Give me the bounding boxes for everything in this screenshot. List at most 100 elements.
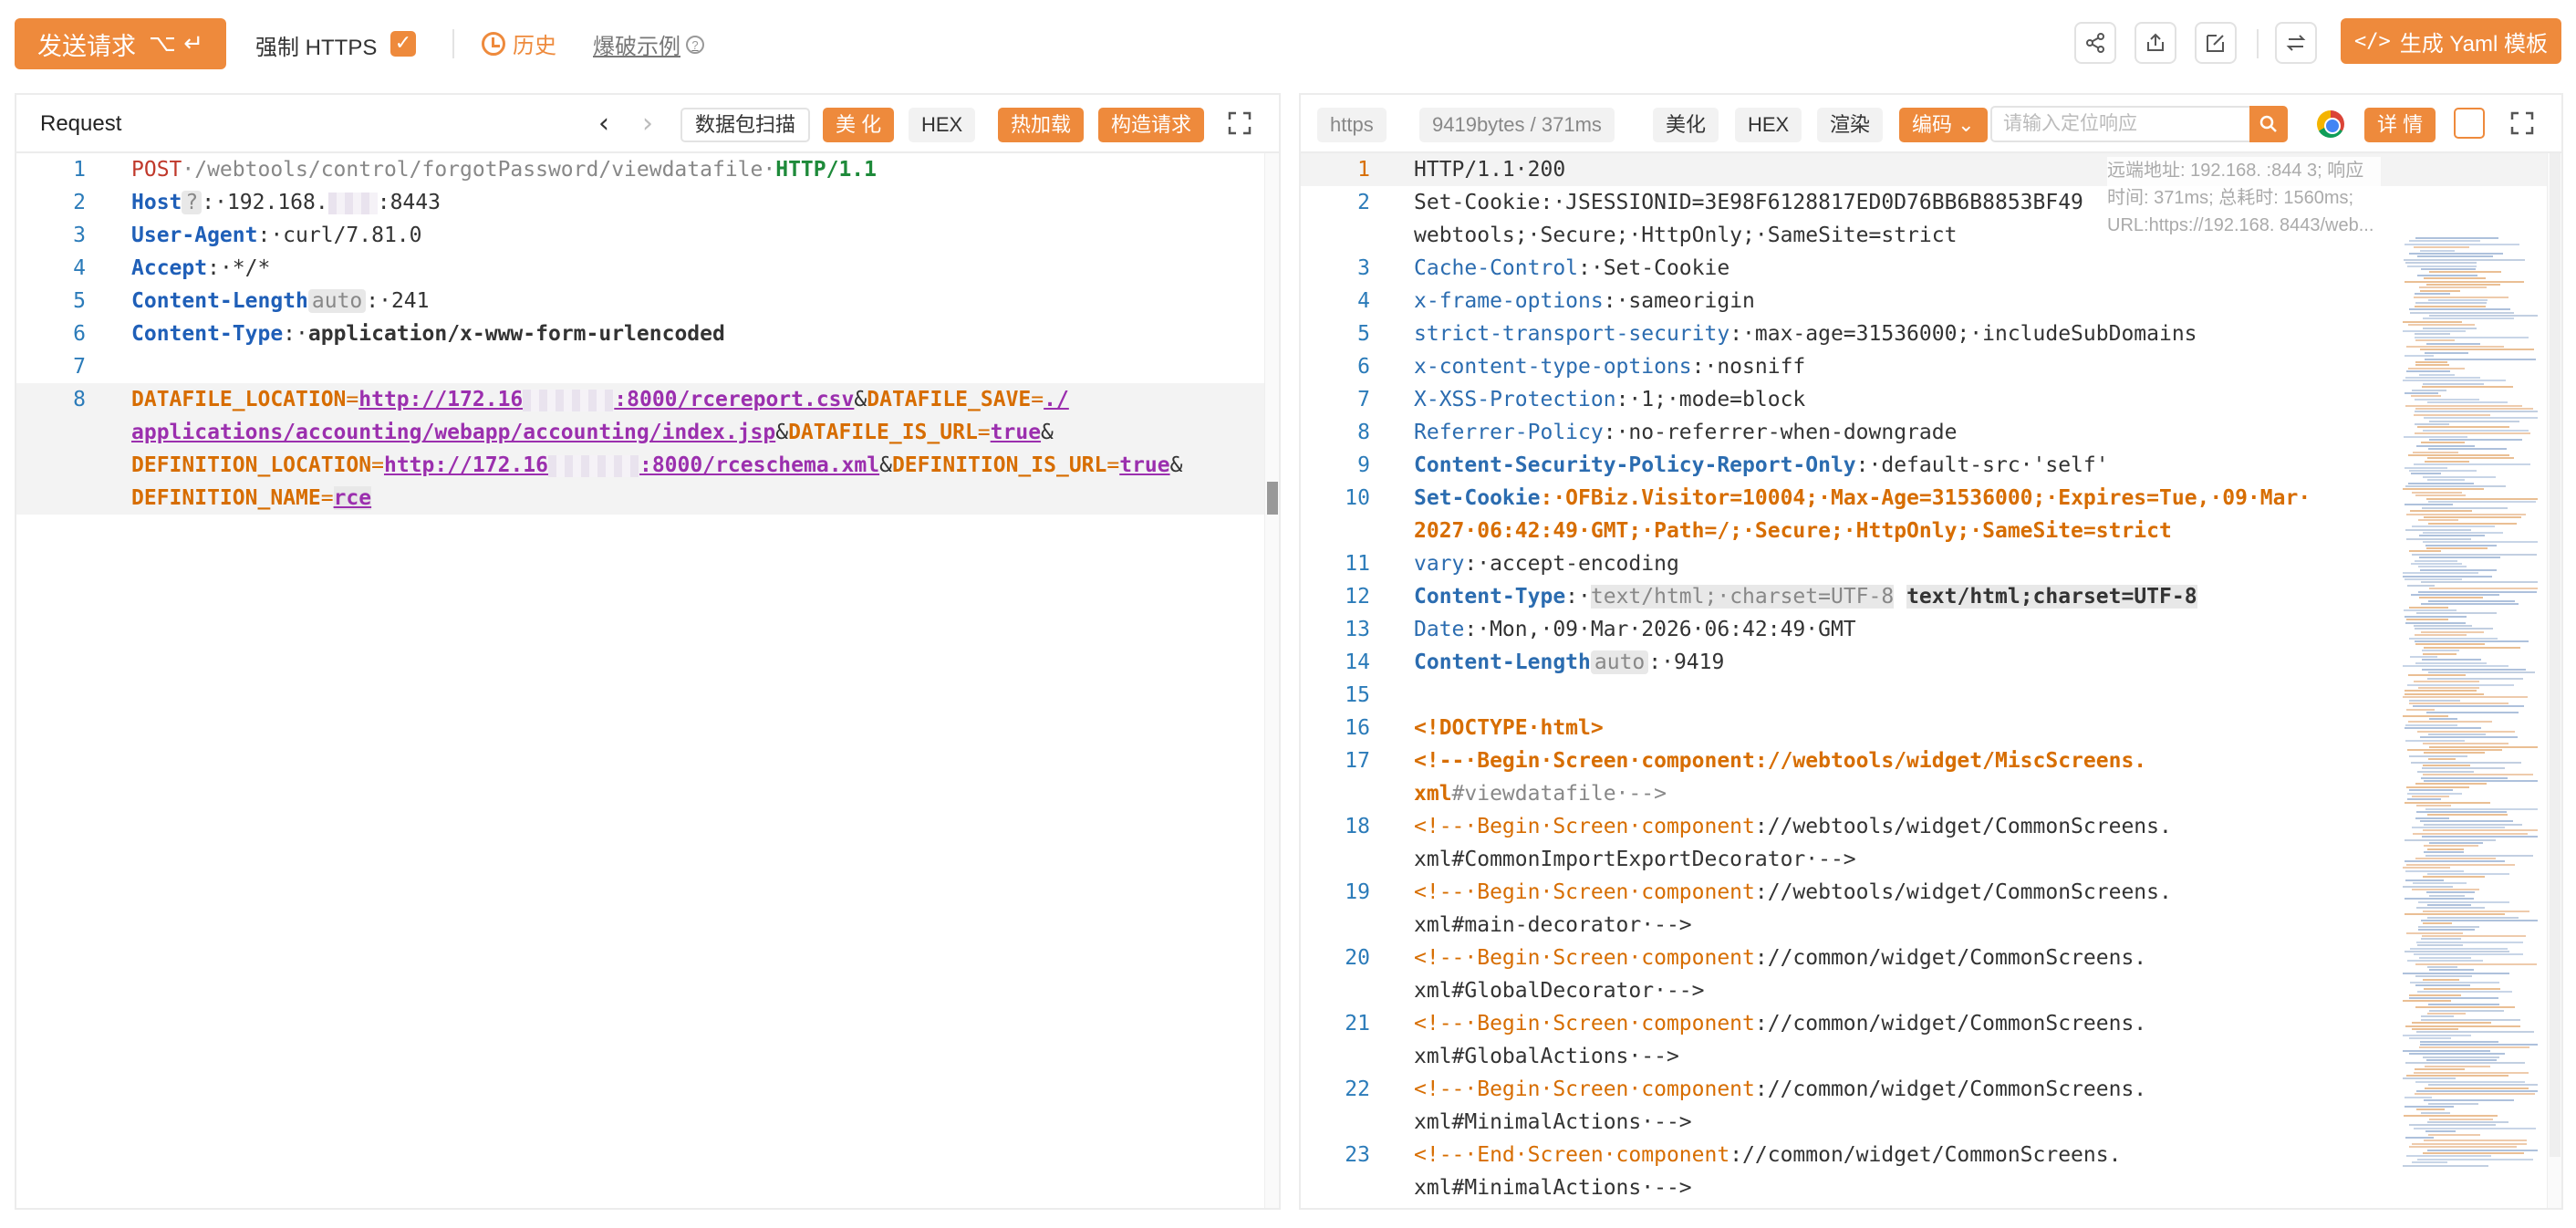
share-button[interactable] bbox=[2074, 22, 2116, 64]
minimap-line bbox=[2427, 677, 2523, 680]
minimap-line bbox=[2423, 1056, 2499, 1058]
minimap-line bbox=[2405, 1062, 2525, 1065]
minimap-line bbox=[2411, 473, 2441, 475]
minimap-line bbox=[2407, 265, 2477, 267]
response-scrollbar[interactable] bbox=[2547, 153, 2561, 1208]
request-scrollbar[interactable] bbox=[1264, 153, 1279, 1208]
code-line: 17 <!--·Begin·Screen·component://webtools… bbox=[1345, 749, 2147, 773]
minimap-line bbox=[2427, 479, 2465, 482]
minimap-line bbox=[2409, 308, 2510, 311]
minimap-line bbox=[2422, 668, 2526, 671]
minimap-line bbox=[2426, 284, 2500, 286]
chrome-icon[interactable] bbox=[2317, 110, 2344, 138]
minimap-line bbox=[2418, 519, 2458, 522]
minimap-line bbox=[2420, 1044, 2538, 1046]
prev-arrow-icon[interactable]: ‹ bbox=[598, 108, 609, 140]
packet-scan-button[interactable]: 数据包扫描 bbox=[680, 108, 811, 142]
response-beautify-button[interactable]: 美化 bbox=[1653, 108, 1719, 142]
send-shortcut: ⌥ ↵ bbox=[148, 30, 203, 57]
minimap-line bbox=[2409, 997, 2498, 999]
hot-load-button[interactable]: 热加载 bbox=[998, 108, 1085, 142]
minimap-line bbox=[2405, 860, 2505, 863]
minimap-line bbox=[2428, 522, 2517, 525]
code-minimap[interactable] bbox=[2403, 237, 2538, 1186]
request-panel: Request ‹ › 数据包扫描 美 化 HEX 热加载 构造请求 1 POS… bbox=[15, 93, 1281, 1210]
response-hex-button[interactable]: HEX bbox=[1735, 108, 1802, 142]
edit-button[interactable] bbox=[2195, 22, 2237, 64]
minimap-line bbox=[2423, 922, 2452, 925]
details-button[interactable]: 详 情 bbox=[2364, 108, 2436, 142]
minimap-line bbox=[2405, 838, 2496, 841]
minimap-line bbox=[2415, 643, 2485, 646]
comment-icon[interactable] bbox=[2454, 108, 2485, 139]
minimap-line bbox=[2423, 317, 2514, 320]
swap-button[interactable] bbox=[2275, 22, 2317, 64]
response-scroll-thumb[interactable] bbox=[2550, 153, 2560, 1157]
minimap-line bbox=[2420, 249, 2455, 252]
minimap-line bbox=[2423, 743, 2508, 745]
minimap-line bbox=[2423, 541, 2538, 544]
minimap-line bbox=[2429, 420, 2519, 422]
history-button[interactable]: 历史 bbox=[482, 27, 556, 59]
hex-button[interactable]: HEX bbox=[909, 108, 976, 142]
code-line: 8 DATAFILE_LOCATION=http://172.16:8000/r… bbox=[16, 383, 1279, 416]
force-https-checkbox[interactable]: ✓ bbox=[390, 31, 416, 57]
help-icon: ? bbox=[686, 35, 704, 54]
send-request-button[interactable]: 发送请求 ⌥ ↵ bbox=[15, 18, 226, 69]
minimap-line bbox=[2410, 947, 2508, 950]
minimap-line bbox=[2419, 1046, 2529, 1049]
minimap-line bbox=[2423, 1152, 2524, 1154]
locate-response-input[interactable]: 请输入定位响应 bbox=[1990, 106, 2255, 142]
minimap-line bbox=[2407, 792, 2462, 795]
minimap-line bbox=[2406, 1155, 2491, 1158]
minimap-line bbox=[2409, 637, 2498, 640]
minimap-line bbox=[2405, 578, 2462, 580]
minimap-line bbox=[2405, 621, 2466, 624]
minimap-line bbox=[2417, 255, 2493, 258]
minimap-line bbox=[2428, 671, 2535, 673]
minimap-line bbox=[2421, 1111, 2450, 1114]
minimap-line bbox=[2412, 526, 2495, 528]
search-button[interactable] bbox=[2249, 106, 2288, 142]
minimap-line bbox=[2403, 1000, 2451, 1003]
fullscreen-icon[interactable] bbox=[2508, 109, 2536, 137]
minimap-line bbox=[2403, 1164, 2488, 1167]
minimap-line bbox=[2415, 975, 2472, 978]
code-line: 5 strict-transport-security:·max-age=3153… bbox=[1357, 322, 2197, 346]
search-icon bbox=[2259, 115, 2277, 132]
minimap-line bbox=[2423, 475, 2496, 478]
minimap-line bbox=[2405, 504, 2453, 506]
code-line: 15 bbox=[1345, 683, 1370, 707]
request-editor[interactable]: 1 POST·/webtools/control/forgotPassword/… bbox=[16, 153, 1279, 1208]
code-line: xml#CommonImportExportDecorator·--> bbox=[1414, 848, 1856, 871]
request-scroll-thumb[interactable] bbox=[1267, 482, 1278, 515]
minimap-line bbox=[2415, 1006, 2515, 1009]
fullscreen-icon[interactable] bbox=[1226, 109, 1253, 137]
encode-dropdown[interactable]: 编码 ⌄ bbox=[1899, 108, 1988, 142]
render-button[interactable]: 渲染 bbox=[1817, 108, 1884, 142]
divider bbox=[2257, 29, 2259, 58]
minimap-line bbox=[2423, 532, 2503, 534]
minimap-line bbox=[2416, 1090, 2538, 1092]
fuzz-example-link[interactable]: 爆破示例 ? bbox=[593, 28, 704, 60]
build-request-button[interactable]: 构造请求 bbox=[1098, 108, 1205, 142]
minimap-line bbox=[2429, 588, 2538, 590]
minimap-line bbox=[2415, 302, 2487, 305]
remote-info-tooltip: 远端地址: 192.168. :844 3; 响应时间: 371ms; 总耗时:… bbox=[2107, 157, 2381, 239]
next-arrow-icon[interactable]: › bbox=[642, 108, 653, 140]
code-line: DEFINITION_LOCATION=http://172.16:8000/r… bbox=[16, 449, 1279, 482]
minimap-line bbox=[2424, 1099, 2514, 1102]
beautify-button[interactable]: 美 化 bbox=[823, 108, 895, 142]
minimap-line bbox=[2423, 765, 2470, 766]
minimap-line bbox=[2425, 1130, 2456, 1133]
export-button[interactable] bbox=[2135, 22, 2176, 64]
minimap-line bbox=[2405, 377, 2480, 379]
minimap-line bbox=[2415, 293, 2450, 296]
code-line: 2 Host?:·192.168.:8443 bbox=[73, 191, 441, 214]
minimap-line bbox=[2412, 1028, 2458, 1030]
response-editor[interactable]: 1 HTTP/1.1·200 2 Set-Cookie:·JSESSIONID=3E… bbox=[1301, 153, 2561, 1208]
generate-yaml-button[interactable]: </> 生成 Yaml 模板 bbox=[2341, 18, 2561, 64]
minimap-line bbox=[2416, 612, 2497, 615]
minimap-line bbox=[2415, 984, 2470, 987]
minimap-line bbox=[2427, 1013, 2466, 1015]
